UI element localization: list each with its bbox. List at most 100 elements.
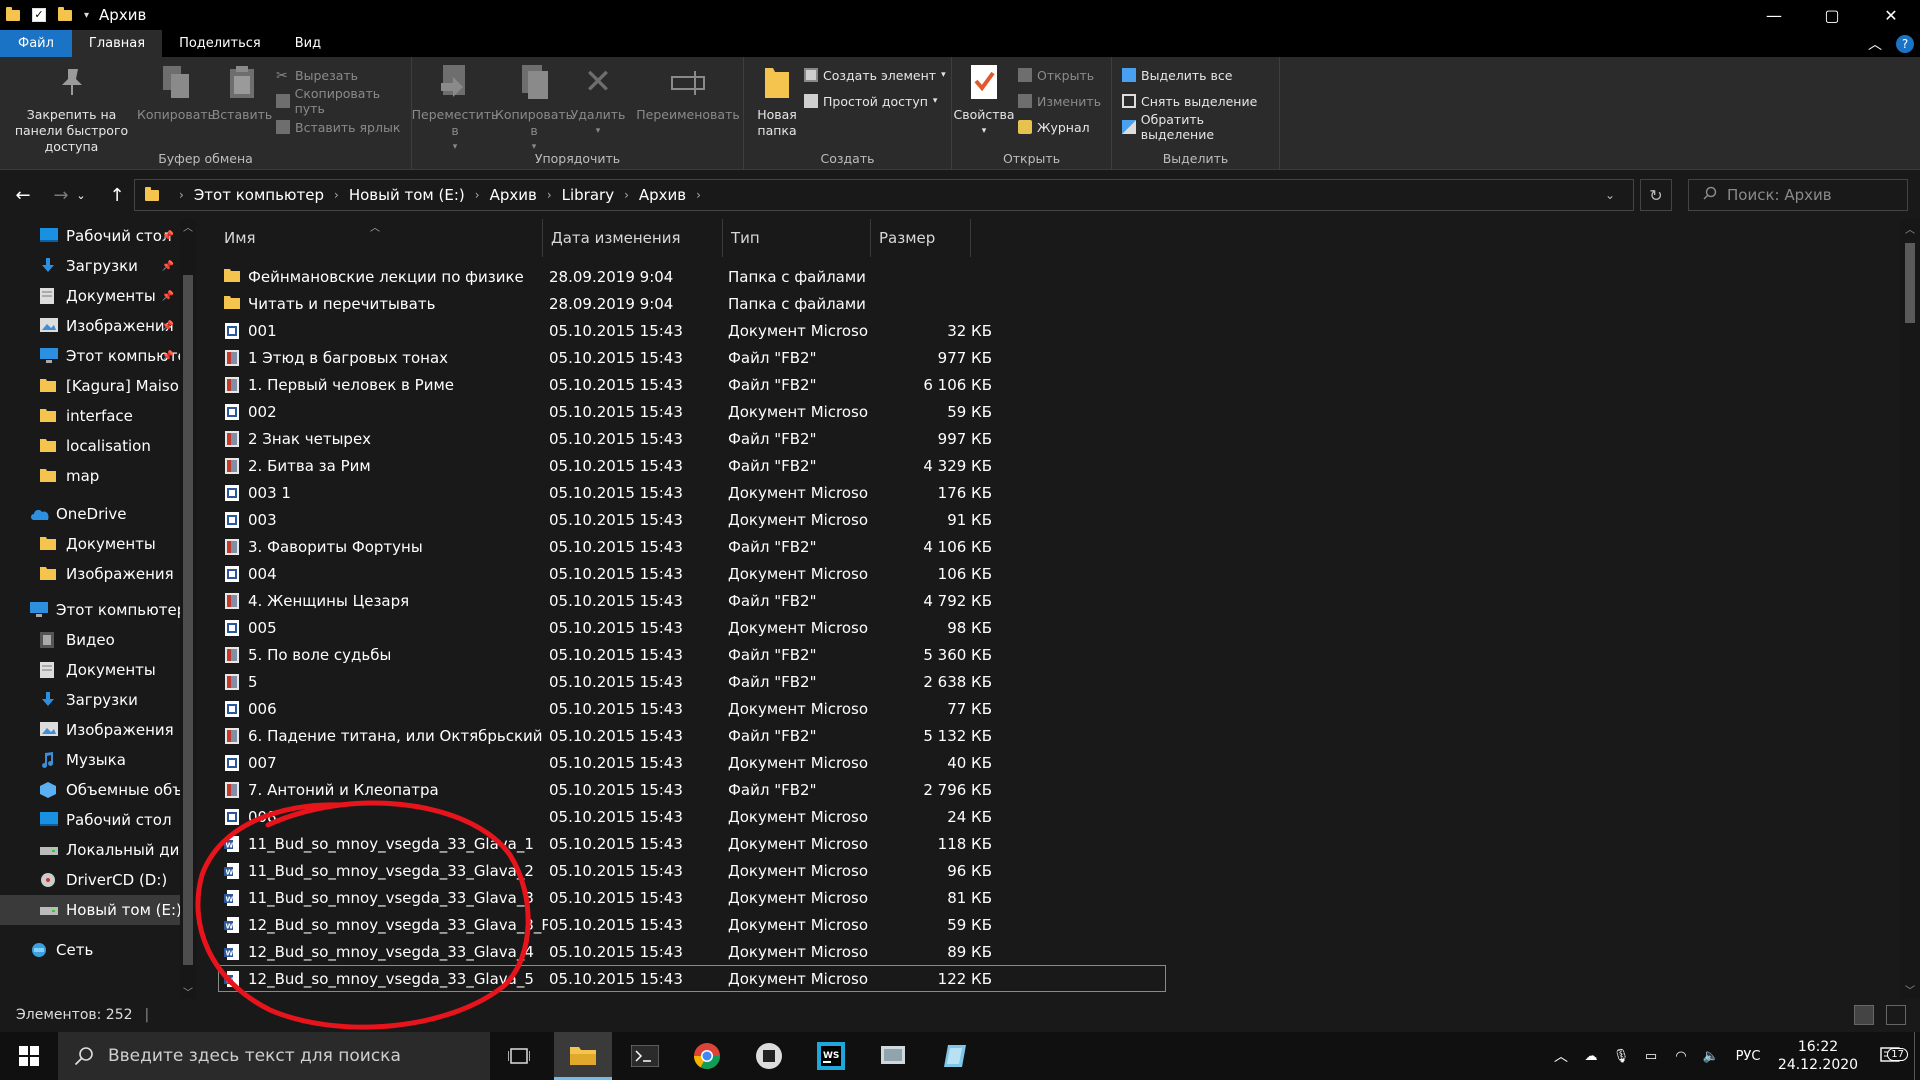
column-header-size[interactable]: Размер	[871, 219, 971, 257]
invert-selection-button[interactable]: Обратить выделение	[1122, 112, 1279, 142]
wifi-icon[interactable]: ◠	[1666, 1049, 1696, 1064]
column-header-name[interactable]: Имя ︿	[216, 219, 543, 257]
microphone-icon[interactable]: 🎙	[1606, 1049, 1636, 1064]
nav-item[interactable]: [Kagura] Maison	[0, 371, 180, 401]
scroll-up-icon[interactable]: ︿	[183, 219, 193, 234]
language-indicator[interactable]: РУС	[1726, 1049, 1770, 1064]
show-desktop-button[interactable]	[1914, 1032, 1920, 1080]
refresh-icon[interactable]: ↻	[1640, 179, 1672, 211]
webstorm-icon[interactable]: WS	[802, 1032, 860, 1080]
nav-item[interactable]: Загрузки	[0, 685, 180, 715]
address-bar[interactable]: › Этот компьютер › Новый том (E:) › Архи…	[134, 179, 1634, 211]
file-row[interactable]: W 11_Bud_so_mnoy_vsegda_33_Glava_3 05.10.2…	[218, 884, 1166, 911]
minimize-button[interactable]: —	[1745, 0, 1803, 30]
new-item-button[interactable]: Создать элемент ▾	[804, 65, 946, 85]
nav-item[interactable]: Новый том (E:)	[0, 895, 180, 925]
file-row[interactable]: 006 05.10.2015 15:43 Документ Microso... 77…	[218, 695, 1166, 722]
file-row[interactable]: 007 05.10.2015 15:43 Документ Microso... 40…	[218, 749, 1166, 776]
nav-item[interactable]: map	[0, 461, 180, 491]
nav-item[interactable]: Документы 📌	[0, 281, 180, 311]
nav-item[interactable]: Документы	[0, 655, 180, 685]
nav-item[interactable]: Локальный диск (C:)	[0, 835, 180, 865]
scroll-up-icon[interactable]: ︿	[1905, 221, 1915, 236]
file-row[interactable]: W 11_Bud_so_mnoy_vsegda_33_Glava_1 05.10.2…	[218, 830, 1166, 857]
large-icons-view-icon[interactable]	[1886, 1005, 1906, 1025]
file-row[interactable]: 001 05.10.2015 15:43 Документ Microso... 32…	[218, 317, 1166, 344]
tab-file[interactable]: Файл	[0, 30, 72, 57]
open-button[interactable]: Открыть	[1018, 65, 1094, 85]
file-row[interactable]: Читать и перечитывать 28.09.2019 9:04 Папк…	[218, 290, 1166, 317]
maximize-button[interactable]: ▢	[1803, 0, 1861, 30]
volume-icon[interactable]: 🔈	[1696, 1049, 1726, 1064]
nav-item[interactable]: Загрузки 📌	[0, 251, 180, 281]
chevron-right-icon[interactable]: ›	[547, 188, 552, 202]
column-header-type[interactable]: Тип	[723, 219, 871, 257]
select-all-button[interactable]: Выделить все	[1122, 65, 1232, 85]
breadcrumb-new-volume[interactable]: Новый том (E:)	[349, 186, 465, 204]
back-arrow-icon[interactable]: ←	[8, 180, 38, 210]
chevron-right-icon[interactable]: ›	[475, 188, 480, 202]
easy-access-button[interactable]: Простой доступ ▾	[804, 91, 937, 111]
chevron-right-icon[interactable]: ›	[624, 188, 629, 202]
battery-icon[interactable]: ▭	[1636, 1049, 1666, 1064]
chrome-icon[interactable]	[678, 1032, 736, 1080]
rename-button[interactable]: Переименовать	[636, 61, 740, 123]
customize-toolbar-icon[interactable]: ▾	[84, 10, 89, 21]
nav-item[interactable]: DriverCD (D:)	[0, 865, 180, 895]
breadcrumb-library[interactable]: Library	[562, 186, 614, 204]
file-row[interactable]: 003 05.10.2015 15:43 Документ Microso... 91…	[218, 506, 1166, 533]
nav-item[interactable]: Изображения	[0, 559, 180, 589]
nav-item[interactable]: Документы	[0, 529, 180, 559]
file-row[interactable]: 003 1 05.10.2015 15:43 Документ Microso...…	[218, 479, 1166, 506]
nav-item[interactable]: Объемные объекты	[0, 775, 180, 805]
nav-item[interactable]: Рабочий стол 📌	[0, 221, 180, 251]
search-box[interactable]: Поиск: Архив	[1688, 179, 1908, 211]
history-button[interactable]: Журнал	[1018, 117, 1090, 137]
nav-item[interactable]: Этот компьютер📌	[0, 341, 180, 371]
up-arrow-icon[interactable]: ↑	[102, 180, 132, 210]
breadcrumb-archive[interactable]: Архив	[490, 186, 537, 204]
chevron-right-icon[interactable]: ›	[696, 188, 701, 202]
file-list-scrollbar-thumb[interactable]	[1905, 243, 1915, 323]
properties-quick-icon[interactable]: ✓	[32, 8, 46, 22]
file-row[interactable]: 1. Первый человек в Риме 05.10.2015 15:43…	[218, 371, 1166, 398]
file-explorer-icon[interactable]	[554, 1032, 612, 1080]
help-icon[interactable]: ?	[1896, 34, 1914, 53]
edit-button[interactable]: Изменить	[1018, 91, 1101, 111]
nav-scrollbar[interactable]: ︿ ﹀	[180, 219, 196, 999]
terminal-icon[interactable]	[616, 1032, 674, 1080]
copy-path-button[interactable]: Скопировать путь	[276, 86, 411, 116]
file-row[interactable]: 002 05.10.2015 15:43 Документ Microso... 59…	[218, 398, 1166, 425]
nav-item[interactable]: Этот компьютер	[0, 595, 180, 625]
taskbar-search[interactable]: Введите здесь текст для поиска	[58, 1032, 490, 1080]
file-row[interactable]: 2. Битва за Рим 05.10.2015 15:43 Файл "FB2…	[218, 452, 1166, 479]
nav-item[interactable]: OneDrive	[0, 499, 180, 529]
tab-home[interactable]: Главная	[71, 30, 163, 57]
select-none-button[interactable]: Снять выделение	[1122, 91, 1257, 111]
paste-shortcut-button[interactable]: Вставить ярлык	[276, 117, 400, 137]
delete-button[interactable]: ✕ Удалить ▾	[571, 61, 626, 139]
app-icon[interactable]	[926, 1032, 984, 1080]
file-row[interactable]: 4. Женщины Цезаря 05.10.2015 15:43 Файл "F…	[218, 587, 1166, 614]
nav-item[interactable]: Сеть	[0, 935, 180, 965]
file-row[interactable]: 3. Фавориты Фортуны 05.10.2015 15:43 Файл …	[218, 533, 1166, 560]
pin-to-quick-access-button[interactable]: Закрепить на панели быстрого доступа	[4, 61, 139, 155]
file-row[interactable]: W 12_Bud_so_mnoy_vsegda_33_Glava_4 05.10.2…	[218, 938, 1166, 965]
file-row[interactable]: 005 05.10.2015 15:43 Документ Microso... 98…	[218, 614, 1166, 641]
nav-item[interactable]: Рабочий стол	[0, 805, 180, 835]
file-row[interactable]: 5. По воле судьбы 05.10.2015 15:43 Файл "F…	[218, 641, 1166, 668]
nav-item[interactable]: interface	[0, 401, 180, 431]
file-row[interactable]: 7. Антоний и Клеопатра 05.10.2015 15:43 Фа…	[218, 776, 1166, 803]
file-row[interactable]: W 12_Bud_so_mnoy_vsegda_33_Glava_3_Pro...…	[218, 911, 1166, 938]
file-row[interactable]: 004 05.10.2015 15:43 Документ Microso... 10…	[218, 560, 1166, 587]
details-view-icon[interactable]	[1854, 1005, 1874, 1025]
nav-item[interactable]: Изображения 📌	[0, 311, 180, 341]
chevron-up-icon[interactable]: ︿	[1546, 1046, 1576, 1066]
cut-button[interactable]: ✂ Вырезать	[276, 65, 358, 85]
column-header-date[interactable]: Дата изменения	[543, 219, 723, 257]
new-folder-button[interactable]: Новая папка	[748, 61, 806, 139]
file-row[interactable]: W 12_Bud_so_mnoy_vsegda_33_Glava_5 05.10.2…	[218, 965, 1166, 992]
breadcrumb-archive-current[interactable]: Архив	[639, 186, 686, 204]
app-icon[interactable]	[740, 1032, 798, 1080]
close-button[interactable]: ✕	[1862, 0, 1920, 30]
